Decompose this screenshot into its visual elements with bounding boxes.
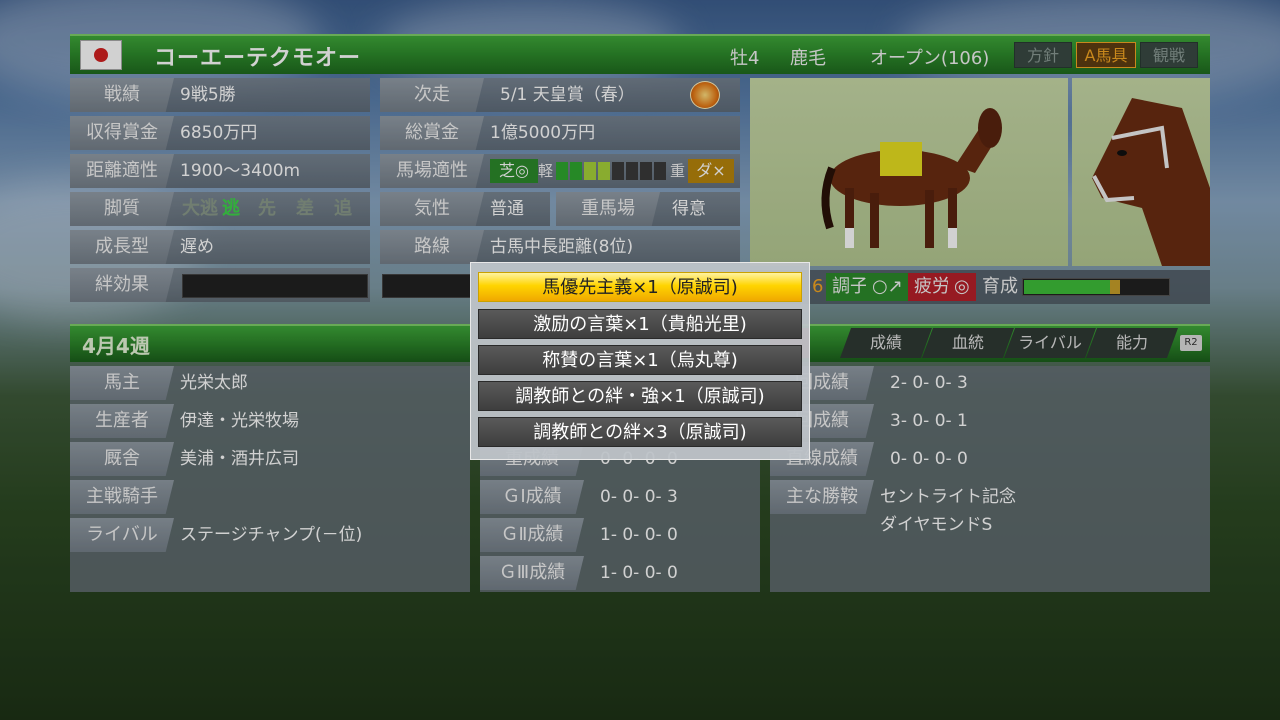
menu-item-horse-first[interactable]: 馬優先主義×1（原誠司) — [478, 272, 802, 302]
menu-item-praise[interactable]: 称賛の言葉×1（烏丸尊) — [478, 345, 802, 375]
menu-item-encouragement[interactable]: 激励の言葉×1（貴船光里) — [478, 309, 802, 339]
menu-item-trainer-bond-strong[interactable]: 調教師との絆・強×1（原誠司) — [478, 381, 802, 411]
menu-item-trainer-bond[interactable]: 調教師との絆×3（原誠司) — [478, 417, 802, 447]
